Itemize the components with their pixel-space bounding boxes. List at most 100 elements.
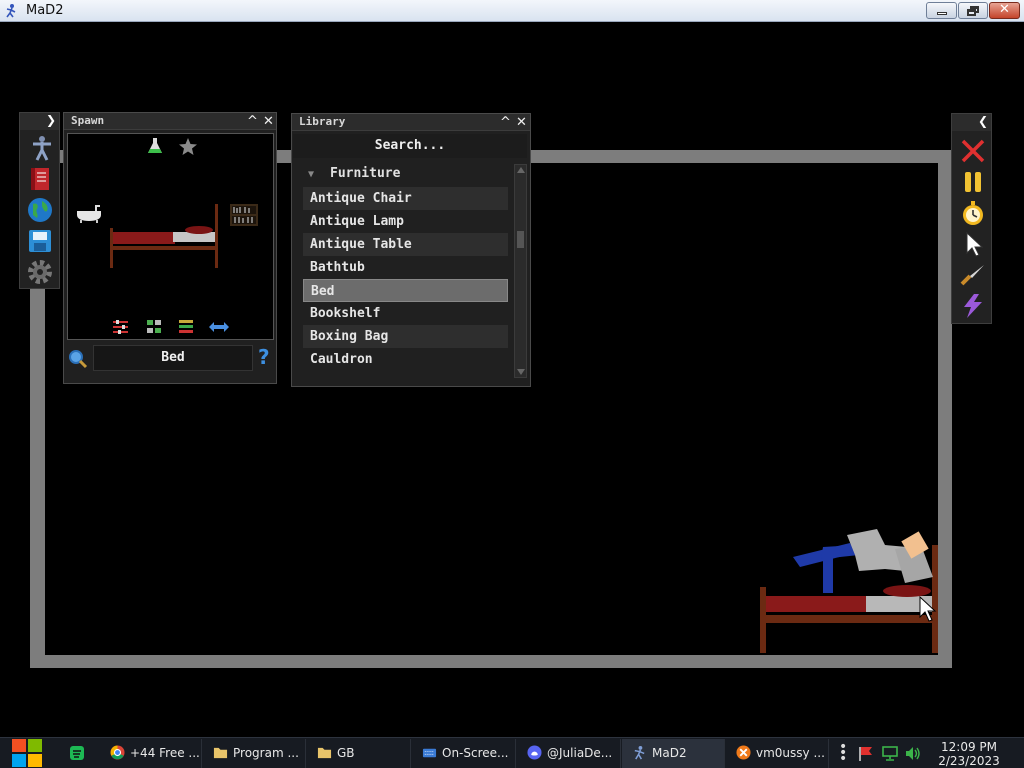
collapse-chevron-up-icon[interactable]: ^ xyxy=(245,114,260,129)
scroll-thumb[interactable] xyxy=(517,231,524,248)
swap-arrows-icon[interactable] xyxy=(208,320,230,334)
list-item[interactable]: Boxing Bag xyxy=(303,325,508,348)
mad2-icon xyxy=(634,745,645,760)
list-item[interactable]: Bathtub xyxy=(303,256,508,279)
library-panel-title: Library xyxy=(299,115,346,128)
sliders-icon[interactable] xyxy=(112,319,129,334)
clock-time: 12:09 PM xyxy=(941,740,997,754)
right-toolbar: ❮ xyxy=(951,113,992,324)
library-panel: Library ^ ✕ Search... ▼ Furniture Antique… xyxy=(291,113,531,387)
taskbar-item-label: @JuliaDe... xyxy=(547,746,613,760)
spawn-panel: Spawn ^ ✕ Bed ? xyxy=(63,112,277,384)
bed-footboard-post xyxy=(932,545,938,653)
right-toolbar-header: ❮ xyxy=(952,114,991,131)
taskbar-item-label: vm0ussy ... xyxy=(756,746,825,760)
spawn-panel-title: Spawn xyxy=(71,114,105,127)
discord-icon xyxy=(527,745,542,760)
spawn-preview[interactable] xyxy=(67,133,274,340)
taskbar-item-chrome[interactable]: +44 Free ... xyxy=(100,739,202,768)
library-item-list: Antique Chair Antique Lamp Antique Table… xyxy=(303,187,508,371)
stopwatch-icon[interactable] xyxy=(960,200,986,226)
system-clock[interactable]: 12:09 PM 2/23/2023 xyxy=(932,740,1006,768)
close-button[interactable]: ✕ xyxy=(989,2,1020,19)
taskbar-item-label: MaD2 xyxy=(652,746,687,760)
spawn-panel-header: Spawn ^ ✕ xyxy=(64,113,276,130)
window-title: MaD2 xyxy=(26,3,64,18)
library-scrollbar[interactable] xyxy=(514,164,527,378)
grid-icon[interactable] xyxy=(146,319,162,334)
collapse-left-icon[interactable]: ❮ xyxy=(978,114,988,128)
lightning-icon[interactable] xyxy=(960,293,986,319)
list-item[interactable]: Antique Chair xyxy=(303,187,508,210)
knife-icon[interactable] xyxy=(960,262,986,288)
spawn-search-row: Bed ? xyxy=(67,345,274,373)
taskbar-item-label: Program ... xyxy=(233,746,299,760)
bed-frame xyxy=(760,615,938,623)
flask-icon[interactable] xyxy=(147,137,163,155)
windows-start-icon[interactable] xyxy=(11,738,43,768)
book-icon[interactable] xyxy=(27,166,53,192)
taskbar-item-label: GB xyxy=(337,746,355,760)
spawn-close-icon[interactable]: ✕ xyxy=(261,114,276,129)
list-item[interactable]: Cauldron xyxy=(303,348,508,371)
close-icon: ✕ xyxy=(999,2,1010,17)
restore-button[interactable] xyxy=(958,2,988,19)
help-icon[interactable]: ? xyxy=(258,345,270,369)
taskbar-item-onscreen-keyboard[interactable]: On-Scree... xyxy=(412,739,516,768)
expand-right-icon[interactable]: ❯ xyxy=(46,113,56,127)
pointer-cursor-icon[interactable] xyxy=(960,231,986,257)
minimize-icon xyxy=(937,12,947,15)
list-item-selected[interactable]: Bed xyxy=(303,279,508,302)
chrome-icon xyxy=(110,745,125,760)
pause-icon[interactable] xyxy=(960,169,986,195)
bed-blanket xyxy=(766,596,868,612)
spotify-icon[interactable] xyxy=(69,745,85,761)
bed-thumbnail[interactable] xyxy=(109,202,221,270)
search-icon[interactable] xyxy=(68,349,88,369)
volume-icon[interactable] xyxy=(905,746,921,761)
scene-bed-with-ragdoll[interactable] xyxy=(755,525,945,657)
library-search-input[interactable]: Search... xyxy=(293,134,527,158)
category-label: Furniture xyxy=(330,166,401,181)
gear-icon[interactable] xyxy=(27,259,53,285)
x-circle-icon xyxy=(736,745,751,760)
left-toolbar: ❯ xyxy=(19,112,60,289)
taskbar-item-vm[interactable]: vm0ussy ... xyxy=(726,739,829,768)
list-item[interactable]: Antique Table xyxy=(303,233,508,256)
flag-icon[interactable] xyxy=(858,746,874,761)
list-item[interactable]: Bookshelf xyxy=(303,302,508,325)
network-icon[interactable] xyxy=(882,746,898,761)
minimize-button[interactable] xyxy=(926,2,957,19)
taskbar-item-mad2[interactable]: MaD2 xyxy=(622,739,725,768)
bathtub-thumbnail[interactable] xyxy=(76,205,102,223)
category-furniture[interactable]: ▼ Furniture xyxy=(304,166,504,186)
folder-icon xyxy=(317,747,332,759)
taskbar-item-discord[interactable]: @JuliaDe... xyxy=(517,739,621,768)
scroll-up-icon[interactable] xyxy=(517,167,525,173)
collapse-chevron-up-icon[interactable]: ^ xyxy=(498,115,513,130)
delete-x-icon[interactable] xyxy=(960,138,986,164)
mad2-app-icon xyxy=(6,4,16,18)
bookshelf-thumbnail[interactable] xyxy=(230,204,258,226)
clock-date: 2/23/2023 xyxy=(938,754,1000,768)
folder-icon xyxy=(213,747,228,759)
taskbar-item-label: On-Scree... xyxy=(442,746,509,760)
ragdoll-leg-lower xyxy=(823,555,833,593)
star-icon[interactable] xyxy=(179,138,197,155)
ragdoll-tool-icon[interactable] xyxy=(27,135,53,161)
list-icon[interactable] xyxy=(178,319,194,334)
globe-icon[interactable] xyxy=(27,197,53,223)
spawn-name-field[interactable]: Bed xyxy=(93,345,253,371)
taskbar-item-label: +44 Free ... xyxy=(130,746,200,760)
scroll-down-icon[interactable] xyxy=(517,369,525,375)
save-disk-icon[interactable] xyxy=(27,228,53,254)
list-item[interactable]: Antique Lamp xyxy=(303,210,508,233)
left-toolbar-header: ❯ xyxy=(20,113,59,130)
screen: MaD2 ✕ ❯ Spawn ^ ✕ Bed ? Library ^ ✕ Sea… xyxy=(0,0,1024,768)
keyboard-icon xyxy=(422,748,437,758)
taskbar-item-program[interactable]: Program ... xyxy=(203,739,306,768)
taskbar-item-gb[interactable]: GB xyxy=(307,739,411,768)
taskbar: +44 Free ... Program ... GB On-Scree... … xyxy=(0,737,1024,768)
overflow-dots-icon[interactable]: • • • xyxy=(839,740,847,766)
library-close-icon[interactable]: ✕ xyxy=(514,115,529,130)
